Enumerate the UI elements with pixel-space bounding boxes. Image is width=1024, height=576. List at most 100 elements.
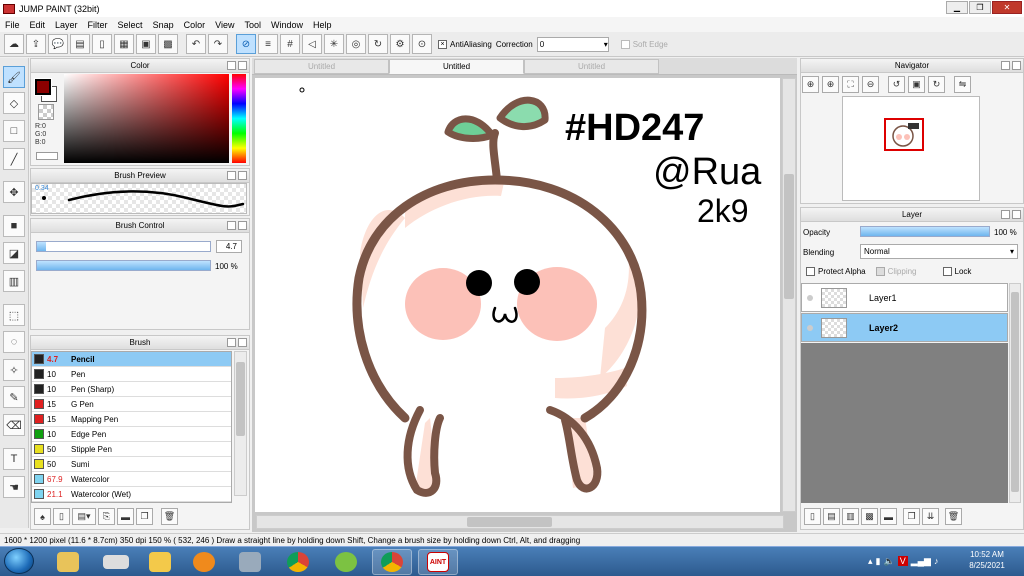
- taskbar-clock[interactable]: 10:52 AM 8/25/2021: [960, 549, 1014, 573]
- tray-network-icon[interactable]: ▂▄▆: [911, 556, 931, 567]
- message-icon[interactable]: ▤: [70, 34, 90, 54]
- layer-opacity-slider[interactable]: [860, 226, 990, 237]
- share-icon[interactable]: ⇪: [26, 34, 46, 54]
- brush-item[interactable]: 15 Mapping Pen: [32, 412, 231, 427]
- panel-float-icon[interactable]: [227, 338, 236, 347]
- cloud-icon[interactable]: ☁: [4, 34, 24, 54]
- hue-slider[interactable]: [232, 74, 246, 163]
- menu-select[interactable]: Select: [113, 20, 148, 30]
- layer-row-layer1[interactable]: Layer1: [801, 283, 1008, 312]
- brush-item[interactable]: 15 G Pen: [32, 397, 231, 412]
- menu-edit[interactable]: Edit: [25, 20, 51, 30]
- clipping-checkbox[interactable]: [875, 267, 885, 276]
- brush-folder-icon[interactable]: ▬: [117, 508, 134, 525]
- taskbar-chrome-icon[interactable]: [278, 549, 318, 575]
- text-tool-icon[interactable]: T: [3, 448, 25, 470]
- antialiasing-checkbox[interactable]: ×: [438, 39, 447, 49]
- rotate-right-icon[interactable]: ↻: [928, 76, 945, 93]
- reset-view-icon[interactable]: ▣: [908, 76, 925, 93]
- taskbar-chrome-open-icon[interactable]: [372, 549, 412, 575]
- open-file-icon[interactable]: ▦: [114, 34, 134, 54]
- menu-filter[interactable]: Filter: [83, 20, 113, 30]
- move-tool-icon[interactable]: ✥: [3, 181, 25, 203]
- canvas-horizontal-scrollbar[interactable]: [256, 515, 784, 529]
- redo-icon[interactable]: ↷: [208, 34, 228, 54]
- tray-volume-icon[interactable]: ♪: [934, 556, 939, 566]
- snap-vanish-icon[interactable]: ◁: [302, 34, 322, 54]
- tray-device-icon[interactable]: ▮: [876, 556, 881, 567]
- menu-color[interactable]: Color: [179, 20, 211, 30]
- bucket-tool-icon[interactable]: ◪: [3, 242, 25, 264]
- layer-list-scrollbar[interactable]: [1009, 283, 1021, 503]
- panel-close-icon[interactable]: [238, 338, 247, 347]
- gradient-tool-icon[interactable]: ▥: [3, 270, 25, 292]
- panel-float-icon[interactable]: [1001, 61, 1010, 70]
- new-file-icon[interactable]: ▯: [92, 34, 112, 54]
- panel-close-icon[interactable]: [238, 221, 247, 230]
- zoom-in-icon[interactable]: ⊕: [822, 76, 839, 93]
- minimize-button[interactable]: ▁: [946, 1, 968, 14]
- transparent-color-swatch[interactable]: [38, 104, 54, 120]
- layer-new-8bit-icon[interactable]: ▤: [823, 508, 840, 525]
- foreground-color-swatch[interactable]: [34, 78, 52, 96]
- tab-untitled-3[interactable]: Untitled: [524, 59, 659, 74]
- select-eraser-tool-icon[interactable]: ⌫: [3, 414, 25, 436]
- brush-item[interactable]: 50 Sumi: [32, 457, 231, 472]
- close-button[interactable]: ✕: [992, 1, 1022, 14]
- brush-size-value[interactable]: 4.7: [216, 240, 242, 253]
- taskbar-keyboard-icon[interactable]: [96, 549, 136, 575]
- panel-close-icon[interactable]: [1012, 210, 1021, 219]
- layer-new-icon[interactable]: ▯: [804, 508, 821, 525]
- zoom-fit-icon[interactable]: ⊕: [802, 76, 819, 93]
- snap-curve-icon[interactable]: ↻: [368, 34, 388, 54]
- select-pen-tool-icon[interactable]: ✎: [3, 386, 25, 408]
- brush-size-slider[interactable]: [36, 241, 211, 252]
- correction-select[interactable]: 0 ▾: [536, 36, 609, 52]
- panel-close-icon[interactable]: [238, 171, 247, 180]
- restore-button[interactable]: ❐: [969, 1, 991, 14]
- navigator-view-rect[interactable]: [884, 118, 924, 151]
- eraser-tool-icon[interactable]: ◇: [3, 92, 25, 114]
- layer-folder-icon[interactable]: ▬: [880, 508, 897, 525]
- panel-float-icon[interactable]: [227, 221, 236, 230]
- menu-snap[interactable]: Snap: [148, 20, 179, 30]
- brush-delete-icon[interactable]: 🗑: [161, 508, 178, 525]
- canvas-vertical-scrollbar[interactable]: [782, 78, 796, 512]
- panel-close-icon[interactable]: [1012, 61, 1021, 70]
- brush-item[interactable]: 67.9 Watercolor: [32, 472, 231, 487]
- brush-item[interactable]: 4.7 Pencil: [32, 352, 231, 367]
- snap-radial-icon[interactable]: ✳: [324, 34, 344, 54]
- panel-float-icon[interactable]: [1001, 210, 1010, 219]
- rectangle-tool-icon[interactable]: □: [3, 120, 25, 142]
- snap-settings-icon[interactable]: ⚙: [390, 34, 410, 54]
- protect-alpha-checkbox[interactable]: [806, 267, 815, 276]
- brush-opacity-slider[interactable]: [36, 260, 211, 271]
- grid-view-icon[interactable]: ▩: [158, 34, 178, 54]
- rotate-left-icon[interactable]: ↺: [888, 76, 905, 93]
- undo-icon[interactable]: ↶: [186, 34, 206, 54]
- snap-circle-icon[interactable]: ◎: [346, 34, 366, 54]
- tab-untitled-1[interactable]: Untitled: [254, 59, 389, 74]
- color-saturation-area[interactable]: [64, 74, 229, 163]
- brush-menu-icon[interactable]: ▤▾: [72, 508, 96, 525]
- taskbar-media-icon[interactable]: [184, 549, 224, 575]
- brush-item[interactable]: 50 Stipple Pen: [32, 442, 231, 457]
- select-rect-tool-icon[interactable]: ⬚: [3, 304, 25, 326]
- zoom-actual-icon[interactable]: ⛶: [842, 76, 859, 93]
- brush-copy-icon[interactable]: ⎘: [98, 508, 115, 525]
- brush-item[interactable]: 21.1 Watercolor (Wet): [32, 487, 231, 502]
- panel-float-icon[interactable]: [227, 61, 236, 70]
- hand-tool-icon[interactable]: ☚: [3, 476, 25, 498]
- zoom-out-icon[interactable]: ⊖: [862, 76, 879, 93]
- taskbar-folder-icon[interactable]: [140, 549, 180, 575]
- menu-help[interactable]: Help: [308, 20, 337, 30]
- brush-list-scrollbar[interactable]: [234, 351, 247, 496]
- snap-extra-icon[interactable]: ⊙: [412, 34, 432, 54]
- panel-float-icon[interactable]: [227, 171, 236, 180]
- blending-select[interactable]: Normal ▾: [860, 244, 1018, 259]
- tray-speaker-icon[interactable]: 🔈: [883, 556, 894, 567]
- tray-expand-icon[interactable]: ▴: [868, 556, 873, 567]
- menu-layer[interactable]: Layer: [50, 20, 83, 30]
- start-button[interactable]: [4, 548, 34, 574]
- brush-item[interactable]: 10 Pen (Sharp): [32, 382, 231, 397]
